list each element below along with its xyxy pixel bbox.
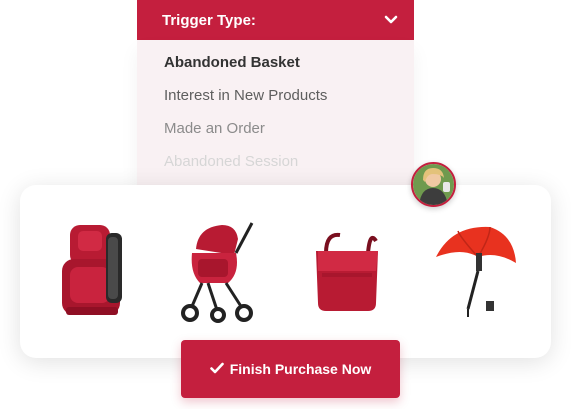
trigger-type-dropdown[interactable]: Trigger Type: Abandoned Basket Interest … — [137, 0, 414, 195]
menu-item-made-an-order[interactable]: Made an Order — [137, 118, 414, 151]
finish-purchase-button[interactable]: Finish Purchase Now — [181, 340, 400, 398]
stroller-icon — [181, 222, 254, 323]
parasol-icon — [436, 226, 516, 317]
product-stroller[interactable] — [178, 219, 258, 323]
checkmark-icon — [209, 361, 224, 377]
product-parasol[interactable] — [432, 223, 518, 319]
dropdown-header[interactable]: Trigger Type: — [137, 0, 414, 40]
finish-purchase-label: Finish Purchase Now — [229, 361, 372, 377]
dropdown-menu: Abandoned Basket Interest in New Product… — [137, 40, 414, 195]
product-card — [20, 185, 551, 358]
chevron-down-icon[interactable] — [384, 15, 398, 25]
product-diaper-bag[interactable] — [310, 229, 384, 315]
menu-item-interest-new-products[interactable]: Interest in New Products — [137, 85, 414, 118]
product-car-seat[interactable] — [56, 223, 128, 319]
car-seat-icon — [62, 225, 122, 315]
menu-item-abandoned-basket[interactable]: Abandoned Basket — [137, 52, 414, 85]
user-photo-icon — [413, 164, 454, 205]
trigger-widget: Trigger Type: Abandoned Basket Interest … — [0, 0, 571, 409]
menu-item-abandoned-session[interactable]: Abandoned Session — [137, 151, 414, 184]
dropdown-label: Trigger Type: — [162, 11, 256, 29]
diaper-bag-icon — [316, 232, 378, 311]
customer-avatar — [411, 162, 456, 207]
